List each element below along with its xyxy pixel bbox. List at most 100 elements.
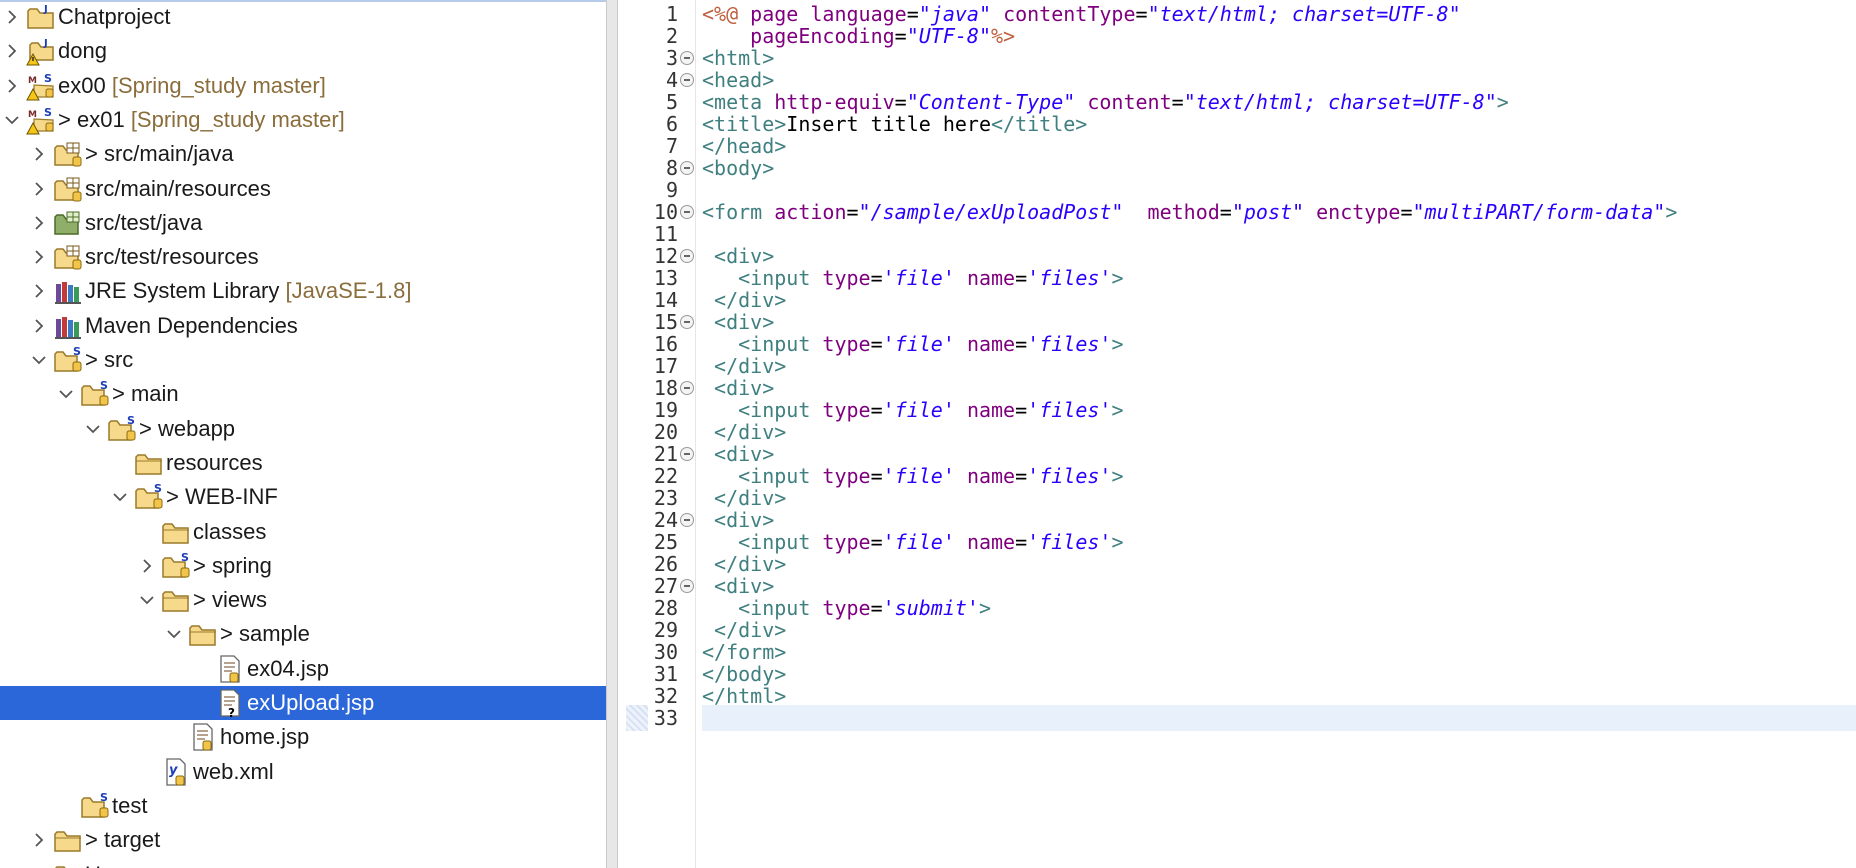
fold-collapse-icon[interactable]	[680, 513, 694, 527]
tree-item-name: views	[211, 587, 267, 613]
source-folder-icon	[53, 139, 83, 169]
chevron-down-icon[interactable]	[28, 347, 50, 373]
chevron-down-icon[interactable]	[109, 484, 131, 510]
tree-item-spring[interactable]: S > spring	[0, 549, 606, 583]
tree-item-jre-system-library[interactable]: JRE System Library [JavaSE-1.8]	[0, 274, 606, 308]
svg-text:J: J	[43, 38, 48, 49]
folder-git-icon: S	[134, 482, 164, 512]
fold-collapse-icon[interactable]	[680, 205, 694, 219]
fold-collapse-icon[interactable]	[680, 161, 694, 175]
view-sash[interactable]	[606, 0, 618, 868]
tree-item-ex04-jsp[interactable]: ex04.jsp	[0, 652, 606, 686]
chevron-down-icon[interactable]	[82, 416, 104, 442]
chevron-right-icon[interactable]	[28, 313, 50, 339]
tree-item-src-main-resources[interactable]: src/main/resources	[0, 172, 606, 206]
tree-item-ex01[interactable]: M S > ex01 [Spring_study master]	[0, 103, 606, 137]
chevron-right-icon[interactable]	[28, 827, 50, 853]
tree-item-label: > main	[112, 381, 179, 407]
line-number-ruler[interactable]: 1 2 3 4 5 6 7 8 9 10 11 12 13 14 15 16 17 18 19 20 21 22 23 24 2…	[618, 0, 696, 868]
chevron-right-icon[interactable]	[28, 210, 50, 236]
chevron-right-icon[interactable]	[28, 176, 50, 202]
source-folder-icon	[53, 174, 83, 204]
tree-item-users[interactable]: Users	[0, 858, 606, 868]
chevron-right-icon[interactable]	[136, 553, 158, 579]
tree-item-src-test-java[interactable]: src/test/java	[0, 206, 606, 240]
tree-item-label: resources	[166, 450, 263, 476]
tree-item-name: src/test/java	[85, 209, 203, 235]
svg-text:S: S	[73, 345, 81, 358]
fold-collapse-icon[interactable]	[680, 73, 694, 87]
jsp-file-icon	[215, 654, 245, 684]
chevron-right-icon[interactable]	[1, 38, 23, 64]
fold-collapse-icon[interactable]	[680, 381, 694, 395]
fold-collapse-icon[interactable]	[680, 315, 694, 329]
tree-item-label: > spring	[193, 553, 272, 579]
tree-item-maven-dependencies[interactable]: Maven Dependencies	[0, 309, 606, 343]
fold-collapse-icon[interactable]	[680, 579, 694, 593]
tree-item-label: src/test/resources	[85, 244, 259, 270]
tree-item-home-jsp[interactable]: home.jsp	[0, 720, 606, 754]
tree-item-label: Maven Dependencies	[85, 313, 298, 339]
chevron-down-icon[interactable]	[1, 107, 23, 133]
jsp-file-icon	[188, 722, 218, 752]
tree-item-test[interactable]: Stest	[0, 789, 606, 823]
git-dirty-marker: >	[193, 587, 212, 613]
tree-item-resources[interactable]: resources	[0, 446, 606, 480]
tree-item-views[interactable]: > views	[0, 583, 606, 617]
tree-item-web-xml[interactable]: y web.xml	[0, 755, 606, 789]
folder-git-icon: S	[107, 414, 137, 444]
tree-item-name: ex04.jsp	[247, 655, 329, 681]
tree-item-sample[interactable]: > sample	[0, 617, 606, 651]
chevron-right-icon[interactable]	[28, 141, 50, 167]
fold-collapse-icon[interactable]	[680, 249, 694, 263]
fold-collapse-icon[interactable]	[680, 51, 694, 65]
tree-item-ex00[interactable]: M Sex00 [Spring_study master]	[0, 69, 606, 103]
tree-item-name: web.xml	[193, 758, 274, 784]
git-dirty-marker: >	[58, 106, 77, 132]
tree-item-exupload-jsp[interactable]: ? exUpload.jsp	[0, 686, 606, 720]
project-explorer[interactable]: J Chatproject Jdong M Sex00 [Spring_study ma…	[0, 0, 606, 868]
chevron-right-icon[interactable]	[1, 4, 23, 30]
tree-item-name: Chatproject	[58, 4, 171, 29]
tree-item-label: > webapp	[139, 416, 235, 442]
chevron-right-icon[interactable]	[28, 244, 50, 270]
tree-item-chatproject[interactable]: J Chatproject	[0, 2, 606, 34]
chevron-right-icon[interactable]	[28, 862, 50, 868]
tree-item-label: dong	[58, 38, 107, 64]
tree-item-name: main	[130, 381, 179, 407]
tree-item-webapp[interactable]: S > webapp	[0, 412, 606, 446]
tree-item-decoration: [JavaSE-1.8]	[285, 278, 412, 304]
tree-item-src[interactable]: S > src	[0, 343, 606, 377]
tree-item-web-inf[interactable]: S > WEB-INF	[0, 480, 606, 514]
tree-item-label: > ex01 [Spring_study master]	[58, 107, 345, 133]
tree-item-src-main-java[interactable]: > src/main/java	[0, 137, 606, 171]
chevron-down-icon[interactable]	[163, 621, 185, 647]
code-line[interactable]	[702, 705, 1856, 731]
chevron-down-icon[interactable]	[55, 381, 77, 407]
tree-item-label: exUpload.jsp	[247, 690, 374, 716]
line-number: 33	[653, 706, 678, 730]
chevron-right-icon[interactable]	[28, 278, 50, 304]
tree-item-label: > sample	[220, 621, 310, 647]
tree-item-name: exUpload.jsp	[247, 690, 375, 715]
tree-item-src-test-resources[interactable]: src/test/resources	[0, 240, 606, 274]
folder-icon	[188, 619, 218, 649]
fold-collapse-icon[interactable]	[680, 447, 694, 461]
tree-item-label: src/main/resources	[85, 176, 271, 202]
folder-icon	[161, 517, 191, 547]
tree-item-name: Users	[85, 862, 142, 868]
tree-item-label: web.xml	[193, 759, 274, 785]
git-dirty-marker: >	[166, 484, 185, 510]
tree-item-main[interactable]: S > main	[0, 377, 606, 411]
tree-item-name: JRE System Library	[85, 278, 280, 304]
chevron-right-icon[interactable]	[1, 73, 23, 99]
folder-icon	[53, 825, 83, 855]
chevron-down-icon[interactable]	[136, 587, 158, 613]
jsp-editor[interactable]: 1 2 3 4 5 6 7 8 9 10 11 12 13 14 15 16 17 18 19 20 21 22 23 24 2…	[618, 0, 1856, 868]
project-icon: J	[26, 2, 56, 32]
tree-item-label: test	[112, 793, 147, 819]
tree-item-classes[interactable]: classes	[0, 515, 606, 549]
tree-item-dong[interactable]: Jdong	[0, 34, 606, 68]
svg-text:?: ?	[228, 706, 235, 718]
tree-item-target[interactable]: > target	[0, 823, 606, 857]
